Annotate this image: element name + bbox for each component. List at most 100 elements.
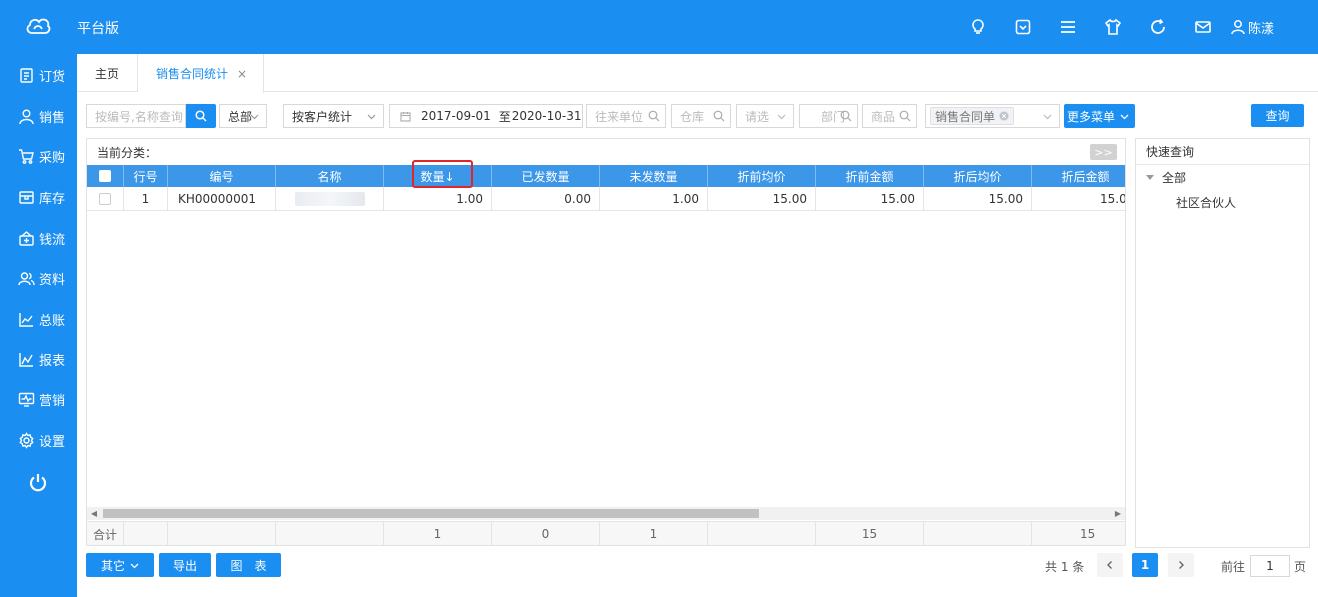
option-select[interactable]: 请选 bbox=[736, 104, 794, 128]
product-input[interactable]: 商品 bbox=[862, 104, 917, 128]
sidebar-item-sales[interactable]: 销售 bbox=[0, 96, 77, 136]
tab-sales-contract-stats[interactable]: 销售合同统计 × bbox=[138, 54, 264, 93]
sidebar-item-settings[interactable]: 设置 bbox=[0, 420, 77, 460]
col-pre-discount-amount[interactable]: 折前金额 bbox=[816, 165, 924, 187]
next-page-button[interactable] bbox=[1168, 553, 1194, 577]
query-button[interactable]: 查询 bbox=[1251, 104, 1304, 127]
sidebar: 订货 销售 采购 库存 钱流 资料 总账 报表 营销 设置 bbox=[0, 54, 77, 597]
select-all-cell[interactable] bbox=[87, 165, 124, 187]
table-row[interactable]: 1 KH00000001 1.00 0.00 1.00 15.00 15.00 … bbox=[87, 187, 1125, 211]
cloud-logo-icon bbox=[26, 18, 51, 34]
scroll-left-icon[interactable]: ◀ bbox=[87, 507, 101, 520]
scrollbar-thumb[interactable] bbox=[103, 509, 759, 518]
refresh-icon[interactable] bbox=[1136, 0, 1181, 54]
power-icon[interactable] bbox=[27, 472, 49, 494]
quick-search-title: 快速查询 bbox=[1136, 139, 1309, 165]
doc-type-select[interactable]: 销售合同单 bbox=[925, 104, 1060, 128]
col-post-discount-amount[interactable]: 折后金额 bbox=[1032, 165, 1125, 187]
dropdown-box-icon[interactable] bbox=[1001, 0, 1046, 54]
chevron-down-icon bbox=[250, 114, 259, 120]
menu-icon[interactable] bbox=[1046, 0, 1091, 54]
prev-page-button[interactable] bbox=[1097, 553, 1123, 577]
more-menu-label: 更多菜单 bbox=[1067, 109, 1116, 124]
col-post-discount-avg[interactable]: 折后均价 bbox=[924, 165, 1032, 187]
search-icon bbox=[840, 110, 852, 122]
select-all-checkbox[interactable] bbox=[99, 170, 111, 182]
col-shipped-qty[interactable]: 已发数量 bbox=[492, 165, 600, 187]
chevron-down-icon bbox=[777, 114, 786, 120]
doc-type-label: 销售合同单 bbox=[935, 109, 996, 124]
sidebar-item-label: 总账 bbox=[39, 313, 66, 329]
totals-row: 合计 1 0 1 15 15 bbox=[87, 521, 1125, 545]
more-menu-button[interactable]: 更多菜单 bbox=[1064, 104, 1135, 128]
date-range-picker[interactable]: 2017-09-01 至 2020-10-31 bbox=[389, 104, 583, 128]
quick-search-panel: 快速查询 全部 社区合伙人 bbox=[1135, 138, 1310, 548]
chevron-down-icon bbox=[130, 563, 139, 568]
quantity-sort-highlight bbox=[412, 160, 473, 188]
sidebar-item-cashflow[interactable]: 钱流 bbox=[0, 218, 77, 258]
search-icon bbox=[899, 110, 911, 122]
sidebar-item-purchase[interactable]: 采购 bbox=[0, 136, 77, 176]
mail-icon[interactable] bbox=[1181, 0, 1226, 54]
scope-value: 总部 bbox=[228, 109, 253, 124]
scope-select[interactable]: 总部 bbox=[219, 104, 267, 128]
caret-down-icon[interactable] bbox=[1146, 175, 1154, 180]
wallet-icon bbox=[19, 230, 34, 246]
tab-home[interactable]: 主页 bbox=[77, 54, 138, 92]
chevron-down-icon bbox=[367, 114, 376, 120]
row-checkbox[interactable] bbox=[99, 193, 111, 205]
sidebar-item-inventory[interactable]: 库存 bbox=[0, 177, 77, 217]
close-icon[interactable]: × bbox=[237, 67, 247, 81]
group-by-select[interactable]: 按客户统计 bbox=[283, 104, 384, 128]
sidebar-item-label: 库存 bbox=[39, 191, 66, 207]
grid-header: 行号 编号 名称 数量↓ 已发数量 未发数量 折前均价 折前金额 折后均价 折后… bbox=[87, 165, 1125, 187]
expand-button[interactable]: >> bbox=[1090, 144, 1117, 160]
shirt-icon[interactable] bbox=[1091, 0, 1136, 54]
search-button[interactable] bbox=[186, 104, 216, 128]
col-pre-discount-avg[interactable]: 折前均价 bbox=[708, 165, 816, 187]
goto-page-input[interactable] bbox=[1250, 555, 1290, 577]
user-name: 陈漾 bbox=[1247, 21, 1274, 37]
search-icon bbox=[713, 110, 725, 122]
search-icon bbox=[195, 110, 207, 122]
totals-pre-amount: 15 bbox=[816, 522, 924, 545]
other-label: 其它 bbox=[100, 558, 125, 573]
sidebar-item-marketing[interactable]: 营销 bbox=[0, 379, 77, 419]
partner-input[interactable]: 往来单位 bbox=[586, 104, 666, 128]
tag-close-icon[interactable] bbox=[999, 111, 1009, 121]
totals-unshipped: 1 bbox=[600, 522, 708, 545]
col-unshipped-qty[interactable]: 未发数量 bbox=[600, 165, 708, 187]
partner-placeholder: 往来单位 bbox=[595, 109, 644, 124]
user-menu[interactable]: 陈漾 bbox=[1230, 18, 1274, 37]
other-button[interactable]: 其它 bbox=[86, 553, 154, 577]
tree-node-all[interactable]: 全部 bbox=[1146, 169, 1186, 186]
horizontal-scrollbar[interactable]: ◀ ▶ bbox=[87, 507, 1125, 520]
cell-post-discount-amount: 15.00 bbox=[1032, 187, 1125, 211]
totals-shipped: 0 bbox=[492, 522, 600, 545]
export-button[interactable]: 导出 bbox=[159, 553, 211, 577]
col-row-no[interactable]: 行号 bbox=[124, 165, 168, 187]
app-title: 平台版 bbox=[77, 21, 119, 37]
category-label: 当前分类： bbox=[97, 145, 158, 160]
sidebar-item-data[interactable]: 资料 bbox=[0, 258, 77, 298]
bulb-icon[interactable] bbox=[956, 0, 1001, 54]
user-icon bbox=[1231, 20, 1245, 35]
sidebar-item-report[interactable]: 报表 bbox=[0, 339, 77, 379]
warehouse-input[interactable]: 仓库 bbox=[671, 104, 731, 128]
chart-button[interactable]: 图 表 bbox=[216, 553, 281, 577]
sidebar-item-ledger[interactable]: 总账 bbox=[0, 299, 77, 339]
people-icon bbox=[18, 271, 35, 285]
department-input[interactable]: 部门 bbox=[799, 104, 858, 128]
scroll-right-icon[interactable]: ▶ bbox=[1111, 507, 1125, 520]
col-name[interactable]: 名称 bbox=[276, 165, 384, 187]
date-from: 2017-09-01 bbox=[421, 109, 491, 123]
sidebar-item-order[interactable]: 订货 bbox=[0, 55, 77, 95]
page-number[interactable]: 1 bbox=[1132, 553, 1158, 577]
tab-bar: 主页 销售合同统计 × bbox=[77, 54, 1318, 93]
search-input[interactable]: 按编号,名称查询 bbox=[86, 104, 186, 128]
col-code[interactable]: 编号 bbox=[168, 165, 276, 187]
calendar-icon bbox=[400, 111, 411, 122]
tree-node-community-partner[interactable]: 社区合伙人 bbox=[1176, 194, 1236, 211]
row-select-cell[interactable] bbox=[87, 187, 124, 211]
totals-empty bbox=[168, 522, 276, 545]
